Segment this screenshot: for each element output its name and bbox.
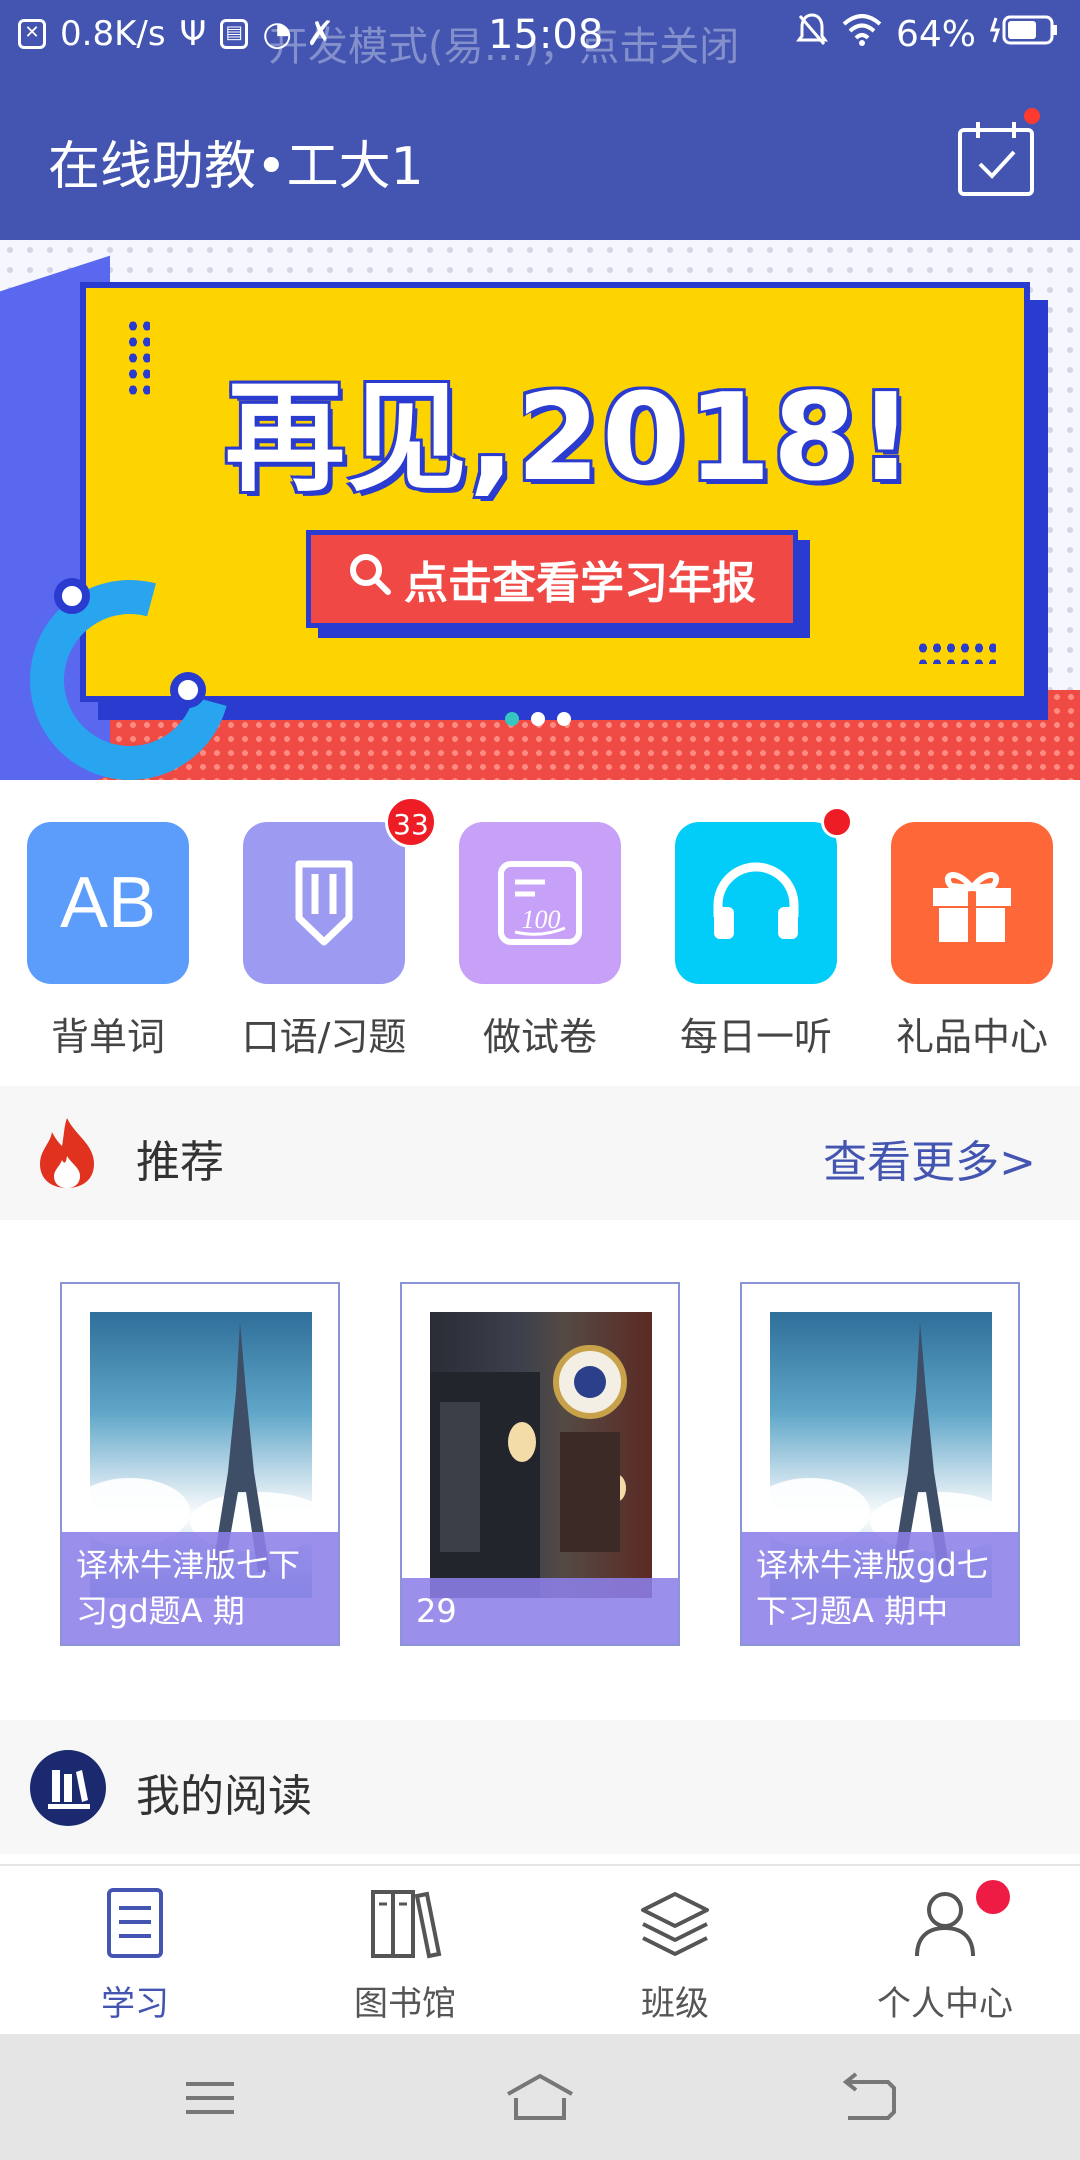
tile-daily-listening[interactable]: 每日一听 xyxy=(675,806,853,1059)
battery-percent: 64% xyxy=(895,14,976,55)
status-bar: ✕ 0.8K/s Ψ ▤ ◔ ✗ 开发模式(易…)，点击关闭 15:08 64% xyxy=(0,0,1080,72)
nav-library[interactable]: 图书馆 xyxy=(270,1884,540,2025)
svg-text:100: 100 xyxy=(522,905,561,934)
promo-banner[interactable]: 再见,2018! 点击查看学习年报 xyxy=(0,240,1080,780)
pager-dot[interactable] xyxy=(557,712,571,726)
app-notification-icon: ▤ xyxy=(220,19,249,49)
nav-class[interactable]: 班级 xyxy=(540,1884,810,2025)
back-icon[interactable] xyxy=(840,2068,900,2128)
banner-headline: 再见,2018! xyxy=(224,369,916,508)
card-caption: 29 xyxy=(402,1578,678,1644)
gift-icon xyxy=(891,822,1053,984)
tile-label: 做试卷 xyxy=(482,1015,597,1059)
banner-ring-dot xyxy=(54,578,90,614)
card-caption: 译林牛津版七下习gd题A 期 xyxy=(62,1532,338,1644)
test-paper-icon: 100 xyxy=(459,822,621,984)
app-header: 在线助教•工大1 xyxy=(0,72,1080,240)
bottom-navigation: 学习 图书馆 班级 个人中心 xyxy=(0,1864,1080,2034)
recommend-section-header: 推荐 查看更多> xyxy=(0,1086,1080,1220)
search-icon xyxy=(348,552,392,607)
card-caption: 译林牛津版gd七下习题A 期中 xyxy=(742,1532,1018,1644)
banner-ring-dot xyxy=(170,672,206,708)
status-right: 64% xyxy=(795,12,1060,57)
books-icon xyxy=(365,1884,445,1964)
quick-actions: AB 背单词 33 口语/习题 100 做试卷 每日一听 礼品中心 xyxy=(0,780,1080,1086)
recommend-card[interactable]: 29 xyxy=(400,1282,680,1646)
view-report-label: 点击查看学习年报 xyxy=(404,558,756,609)
recommend-title: 推荐 xyxy=(136,1137,224,1188)
tile-label: 每日一听 xyxy=(679,1015,832,1059)
card-image-cafe-sign xyxy=(430,1312,652,1598)
recommend-card[interactable]: 译林牛津版gd七下习题A 期中 xyxy=(740,1282,1020,1646)
calendar-check-icon[interactable] xyxy=(956,118,1036,198)
tile-gift-center[interactable]: 礼品中心 xyxy=(891,822,1053,1059)
wifi-icon xyxy=(842,14,882,55)
pager-dot[interactable] xyxy=(531,712,545,726)
nav-study[interactable]: 学习 xyxy=(0,1884,270,2025)
nav-profile[interactable]: 个人中心 xyxy=(810,1884,1080,2025)
notification-close-icon: ✕ xyxy=(18,19,46,49)
mute-bell-icon xyxy=(795,12,828,57)
nav-label: 班级 xyxy=(641,1984,709,2024)
view-report-button[interactable]: 点击查看学习年报 xyxy=(306,530,798,628)
system-navigation-bar xyxy=(0,2034,1080,2160)
new-indicator-dot xyxy=(821,806,853,838)
home-icon[interactable] xyxy=(504,2068,576,2128)
reading-books-icon xyxy=(30,1750,106,1830)
tile-speaking-exercises[interactable]: 33 口语/习题 xyxy=(242,796,437,1059)
nav-label: 图书馆 xyxy=(354,1984,456,2024)
user-icon xyxy=(905,1884,985,1964)
usb-icon: Ψ xyxy=(179,14,207,54)
page-title: 在线助教•工大1 xyxy=(48,137,424,197)
nav-label: 学习 xyxy=(101,1984,169,2024)
tile-test-paper[interactable]: 100 做试卷 xyxy=(459,822,621,1059)
profile-notification-dot xyxy=(976,1880,1010,1914)
svg-text:AB: AB xyxy=(60,863,156,943)
pencil-icon: 33 xyxy=(243,796,437,984)
tile-label: 口语/习题 xyxy=(241,1015,407,1059)
menu-icon[interactable] xyxy=(180,2068,240,2128)
recommend-list: 译林牛津版七下习gd题A 期 29 译林牛津版gd七下习题A 期中 xyxy=(0,1220,1080,1720)
banner-pager xyxy=(505,712,571,726)
tile-label: 背单词 xyxy=(50,1015,165,1059)
tile-label: 礼品中心 xyxy=(895,1015,1048,1059)
pager-dot[interactable] xyxy=(505,712,519,726)
document-icon xyxy=(95,1884,175,1964)
battery-icon xyxy=(989,12,1060,57)
banner-dots-decoration xyxy=(126,318,150,398)
tile-vocabulary[interactable]: AB 背单词 xyxy=(27,822,189,1059)
ab-letters-icon: AB xyxy=(27,822,189,984)
layers-icon xyxy=(635,1884,715,1964)
headphones-icon xyxy=(675,806,853,984)
banner-dots-decoration xyxy=(916,640,996,664)
reading-section-header: 我的阅读 xyxy=(0,1720,1080,1854)
calendar-notification-dot xyxy=(1024,108,1040,124)
badge-count: 33 xyxy=(385,796,437,848)
clock: 15:08 xyxy=(488,12,604,58)
reading-title: 我的阅读 xyxy=(136,1771,312,1822)
net-speed: 0.8K/s xyxy=(60,14,166,54)
fire-icon xyxy=(34,1116,100,1194)
nav-label: 个人中心 xyxy=(877,1984,1013,2024)
recommend-card[interactable]: 译林牛津版七下习gd题A 期 xyxy=(60,1282,340,1646)
view-more-link[interactable]: 查看更多> xyxy=(823,1126,1036,1190)
